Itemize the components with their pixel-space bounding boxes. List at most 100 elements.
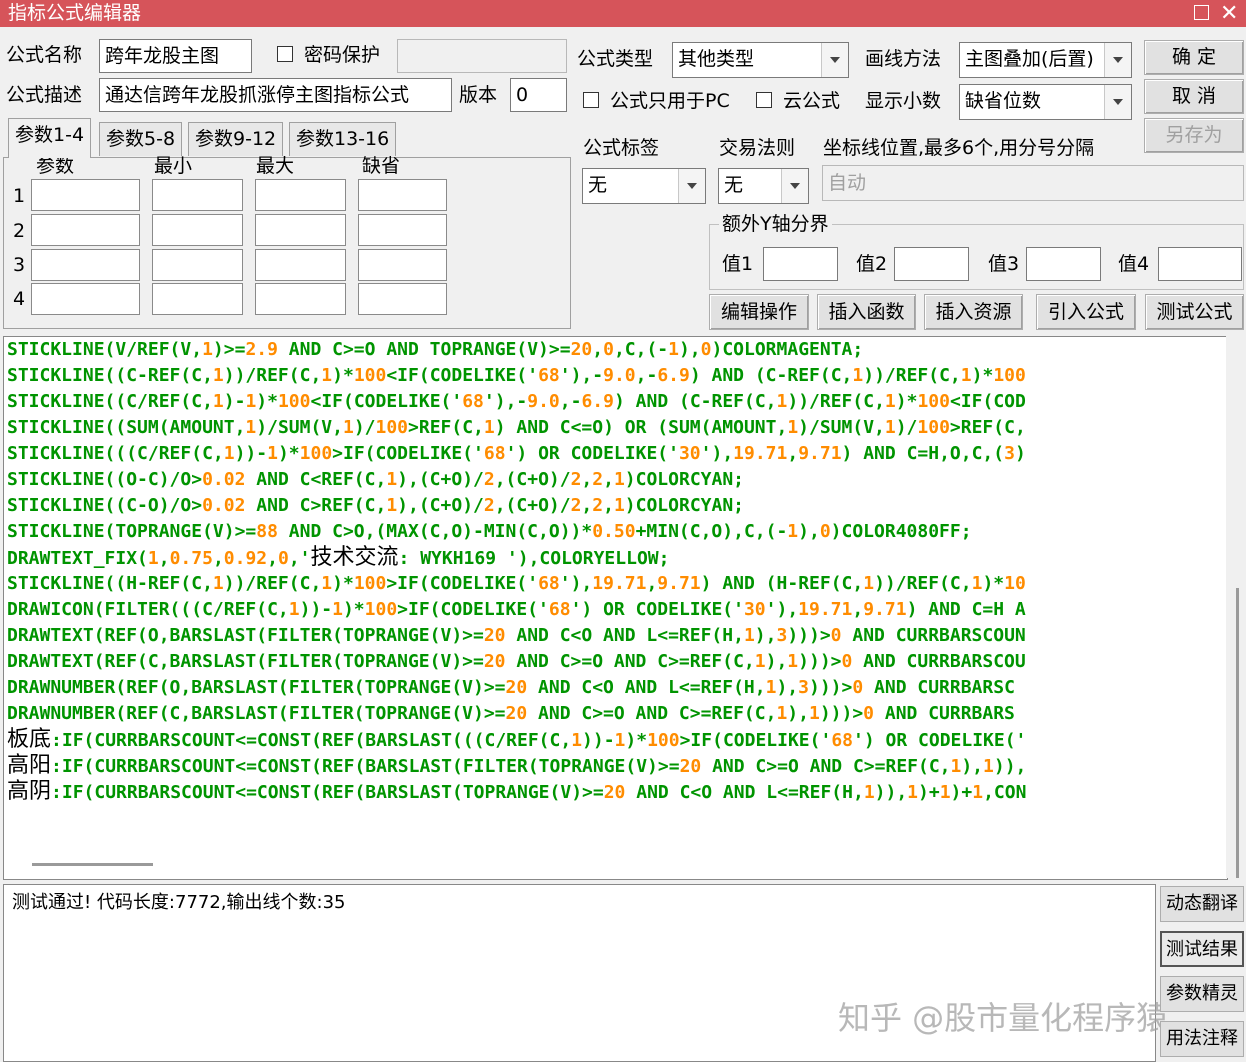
code-line: STICKLINE((C/REF(C,1)-1)*100<IF(CODELIKE… (7, 391, 1026, 412)
vertical-scroll-thumb[interactable] (1236, 588, 1239, 878)
formula-tag-select[interactable]: 无 (582, 168, 706, 204)
param-header-min: 最小 (154, 155, 193, 177)
usage-note-button[interactable]: 用法注释 (1160, 1021, 1244, 1057)
formula-desc-label: 公式描述 (6, 84, 83, 106)
yaxis-value-label: 值3 (988, 253, 1020, 275)
tab-params-9-12[interactable]: 参数9-12 (188, 122, 284, 156)
param-cell[interactable] (255, 283, 346, 315)
code-line: 板底:IF(CURRBARSCOUNT<=CONST(REF(BARSLAST(… (7, 727, 1027, 752)
cloud-label: 云公式 (783, 90, 841, 112)
chevron-down-icon[interactable] (1104, 85, 1131, 119)
code-line: DRAWICON(FILTER(((C/REF(C,1))-1)*100>IF(… (7, 599, 1026, 620)
param-cell[interactable] (152, 283, 243, 315)
edit-ops-button[interactable]: 编辑操作 (709, 294, 809, 330)
param-row-number: 4 (13, 288, 26, 310)
cancel-button[interactable]: 取 消 (1144, 79, 1244, 114)
param-wizard-button[interactable]: 参数精灵 (1160, 976, 1244, 1012)
yaxis-value-label: 值1 (722, 253, 754, 275)
yaxis-value-input[interactable] (894, 247, 969, 281)
formula-tag-label: 公式标签 (583, 137, 660, 159)
code-line: STICKLINE((SUM(AMOUNT,1)/SUM(V,1)/100>RE… (7, 417, 1026, 438)
param-row-number: 2 (13, 220, 26, 242)
import-formula-button[interactable]: 引入公式 (1036, 294, 1136, 330)
yaxis-value-input[interactable] (1158, 247, 1242, 281)
yaxis-value-input[interactable] (1026, 247, 1101, 281)
formula-type-label: 公式类型 (577, 48, 654, 70)
password-label: 密码保护 (304, 44, 381, 66)
pc-only-checkbox[interactable] (583, 92, 599, 108)
param-cell[interactable] (358, 283, 447, 315)
chevron-down-icon[interactable] (678, 169, 705, 203)
trade-rule-label: 交易法则 (719, 137, 796, 159)
code-line: DRAWNUMBER(REF(C,BARSLAST(FILTER(TOPRANG… (7, 703, 1015, 724)
param-cell[interactable] (358, 249, 447, 281)
version-label: 版本 (459, 84, 498, 106)
close-icon[interactable]: ✕ (1220, 0, 1238, 27)
formula-name-label: 公式名称 (6, 44, 83, 66)
test-result-button[interactable]: 测试结果 (1160, 931, 1244, 967)
insert-function-button[interactable]: 插入函数 (817, 294, 916, 330)
code-line: DRAWNUMBER(REF(O,BARSLAST(FILTER(TOPRANG… (7, 677, 1015, 698)
param-cell[interactable] (152, 249, 243, 281)
version-input[interactable]: 0 (510, 78, 567, 112)
param-cell[interactable] (255, 249, 346, 281)
code-editor[interactable]: STICKLINE(V/REF(V,1)>=2.9 AND C>=O AND T… (3, 336, 1228, 880)
formula-name-input[interactable]: 跨年龙股主图 (99, 39, 252, 73)
dynamic-translate-button[interactable]: 动态翻译 (1160, 886, 1244, 922)
chevron-down-icon[interactable] (1104, 43, 1131, 77)
yaxis-value-label: 值4 (1118, 253, 1150, 275)
yaxis-value-input[interactable] (763, 247, 838, 281)
param-row-number: 3 (13, 254, 26, 276)
test-formula-button[interactable]: 测试公式 (1145, 294, 1244, 330)
title-bar[interactable]: 指标公式编辑器 ✕ (0, 0, 1246, 27)
pc-only-label: 公式只用于PC (610, 90, 730, 112)
code-line: STICKLINE(V/REF(V,1)>=2.9 AND C>=O AND T… (7, 339, 864, 360)
param-cell[interactable] (31, 283, 140, 315)
maximize-icon[interactable] (1194, 5, 1209, 20)
formula-tag-value: 无 (588, 174, 608, 196)
code-line: STICKLINE((C-REF(C,1))/REF(C,1)*100<IF(C… (7, 365, 1026, 386)
param-header-default: 缺省 (362, 155, 401, 177)
param-cell[interactable] (358, 214, 447, 246)
decimals-value: 缺省位数 (965, 90, 1042, 112)
coord-label: 坐标线位置,最多6个,用分号分隔 (823, 137, 1095, 159)
trade-rule-value: 无 (724, 174, 744, 196)
code-line: STICKLINE(TOPRANGE(V)>=88 AND C>O,(MAX(C… (7, 521, 972, 542)
param-cell[interactable] (255, 179, 346, 211)
param-cell[interactable] (31, 179, 140, 211)
test-output-text: 测试通过! 代码长度:7772,输出线个数:35 (12, 892, 346, 913)
code-line: STICKLINE((C-O)/O>0.02 AND C>REF(C,1),(C… (7, 495, 745, 516)
param-cell[interactable] (31, 214, 140, 246)
param-cell[interactable] (152, 214, 243, 246)
code-line: STICKLINE((H-REF(C,1))/REF(C,1)*100>IF(C… (7, 573, 1026, 594)
yaxis-group-title: 额外Y轴分界 (719, 211, 832, 237)
code-line: 高阴:IF(CURRBARSCOUNT<=CONST(REF(BARSLAST(… (7, 779, 1027, 804)
test-output[interactable]: 测试通过! 代码长度:7772,输出线个数:35 知乎 @股市量化程序猿 (3, 884, 1168, 1062)
code-line: DRAWTEXT_FIX(1,0.75,0.92,0,'技术交流: WYKH16… (7, 545, 670, 570)
decimals-select[interactable]: 缺省位数 (959, 84, 1132, 120)
formula-type-value: 其他类型 (678, 48, 755, 70)
tab-params-1-4[interactable]: 参数1-4 (8, 118, 92, 158)
insert-resource-button[interactable]: 插入资源 (924, 294, 1023, 330)
chevron-down-icon[interactable] (821, 43, 848, 77)
param-cell[interactable] (152, 179, 243, 211)
password-checkbox[interactable] (277, 46, 293, 62)
formula-type-select[interactable]: 其他类型 (672, 42, 849, 78)
code-line: STICKLINE((O-C)/O>0.02 AND C<REF(C,1),(C… (7, 469, 745, 490)
save-as-button: 另存为 (1144, 118, 1244, 153)
code-line: STICKLINE(((C/REF(C,1))-1)*100>IF(CODELI… (7, 443, 1026, 464)
tab-params-13-16[interactable]: 参数13-16 (289, 122, 397, 156)
draw-method-select[interactable]: 主图叠加(后置) (959, 42, 1132, 78)
formula-desc-input[interactable]: 通达信跨年龙股抓涨停主图指标公式 (99, 78, 452, 112)
trade-rule-select[interactable]: 无 (718, 168, 809, 204)
tab-params-5-8[interactable]: 参数5-8 (99, 122, 183, 156)
ok-button[interactable]: 确 定 (1144, 40, 1244, 75)
chevron-down-icon[interactable] (781, 169, 808, 203)
param-cell[interactable] (358, 179, 447, 211)
param-cell[interactable] (31, 249, 140, 281)
horizontal-scroll-thumb[interactable] (32, 863, 153, 866)
cloud-checkbox[interactable] (756, 92, 772, 108)
code-line: DRAWTEXT(REF(O,BARSLAST(FILTER(TOPRANGE(… (7, 625, 1026, 646)
decimals-label: 显示小数 (865, 90, 942, 112)
param-cell[interactable] (255, 214, 346, 246)
